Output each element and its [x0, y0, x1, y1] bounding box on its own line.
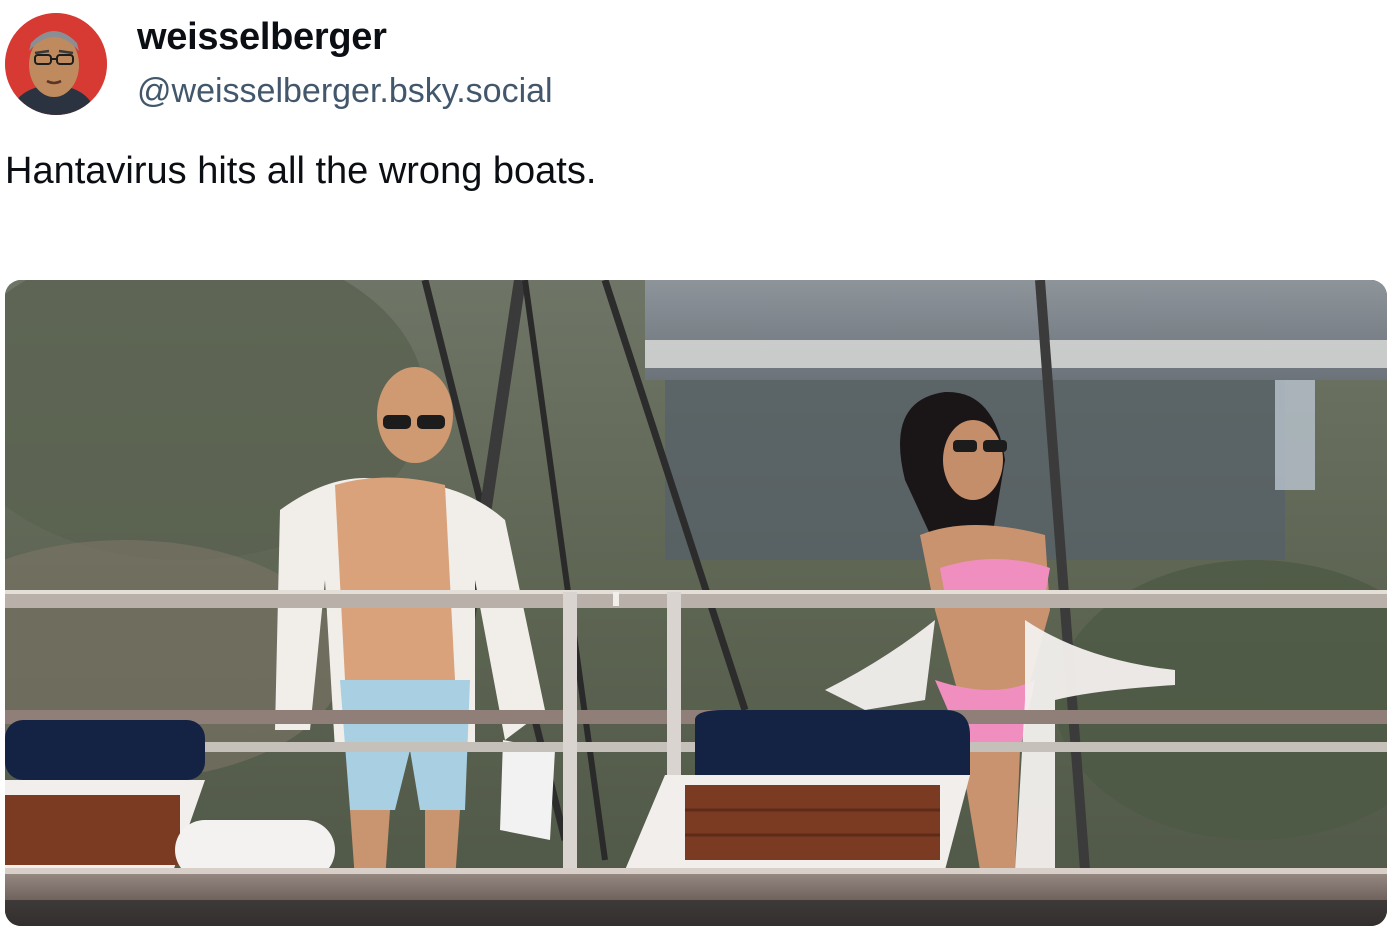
post-card: weisselberger @weisselberger.bsky.social…	[0, 0, 1400, 936]
avatar-portrait-icon	[5, 13, 107, 115]
author-display-name[interactable]: weisselberger	[137, 16, 387, 59]
author-avatar[interactable]	[5, 13, 107, 115]
yacht-deck-photo	[5, 280, 1387, 926]
post-image[interactable]	[5, 280, 1387, 926]
post-text: Hantavirus hits all the wrong boats.	[5, 150, 597, 192]
author-handle[interactable]: @weisselberger.bsky.social	[137, 72, 553, 111]
